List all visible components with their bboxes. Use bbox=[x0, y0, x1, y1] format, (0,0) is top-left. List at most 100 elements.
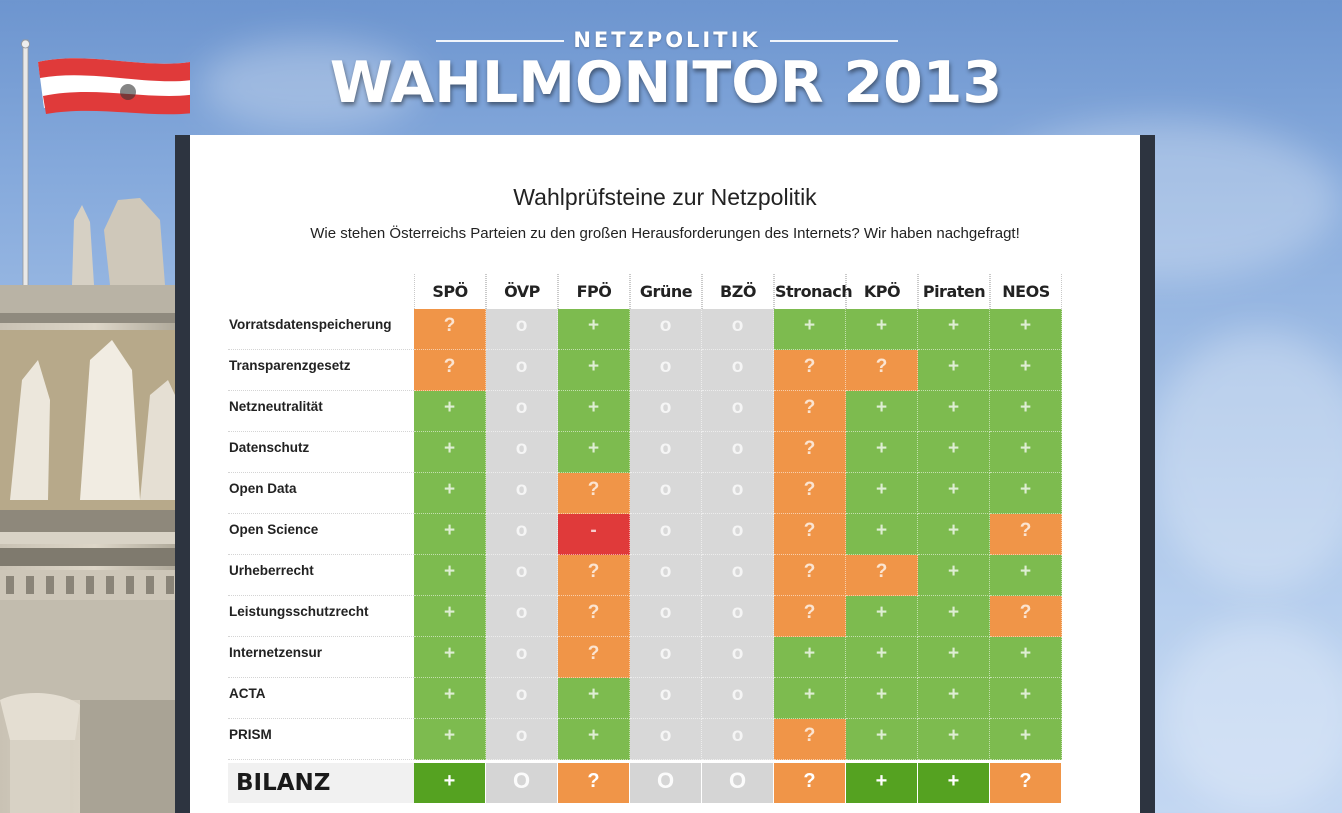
position-cell[interactable]: + bbox=[414, 432, 486, 473]
position-cell[interactable]: o bbox=[630, 309, 702, 350]
position-cell[interactable]: o bbox=[630, 555, 702, 596]
position-cell[interactable]: + bbox=[918, 596, 990, 637]
position-cell[interactable]: o bbox=[630, 391, 702, 432]
position-cell[interactable]: + bbox=[918, 719, 990, 760]
position-cell[interactable]: + bbox=[846, 596, 918, 637]
position-cell[interactable]: o bbox=[702, 391, 774, 432]
position-cell[interactable]: + bbox=[414, 678, 486, 719]
position-cell[interactable]: ? bbox=[558, 473, 630, 514]
position-cell[interactable]: + bbox=[558, 678, 630, 719]
position-cell[interactable]: ? bbox=[774, 596, 846, 637]
position-cell[interactable]: o bbox=[702, 350, 774, 391]
bilanz-cell[interactable]: + bbox=[918, 763, 990, 803]
position-cell[interactable]: o bbox=[486, 391, 558, 432]
position-cell[interactable]: o bbox=[486, 432, 558, 473]
position-cell[interactable]: o bbox=[486, 555, 558, 596]
position-cell[interactable]: + bbox=[990, 350, 1062, 391]
bilanz-cell[interactable]: O bbox=[630, 763, 702, 803]
position-cell[interactable]: + bbox=[846, 309, 918, 350]
position-cell[interactable]: + bbox=[846, 719, 918, 760]
position-cell[interactable]: + bbox=[990, 719, 1062, 760]
position-cell[interactable]: + bbox=[558, 432, 630, 473]
position-cell[interactable]: + bbox=[918, 514, 990, 555]
position-cell[interactable]: ? bbox=[774, 719, 846, 760]
position-cell[interactable]: ? bbox=[774, 555, 846, 596]
position-cell[interactable]: + bbox=[918, 637, 990, 678]
position-cell[interactable]: o bbox=[702, 678, 774, 719]
position-cell[interactable]: o bbox=[630, 637, 702, 678]
position-cell[interactable]: ? bbox=[990, 596, 1062, 637]
position-cell[interactable]: o bbox=[702, 309, 774, 350]
position-cell[interactable]: + bbox=[990, 309, 1062, 350]
position-cell[interactable]: + bbox=[414, 719, 486, 760]
position-cell[interactable]: + bbox=[558, 719, 630, 760]
position-cell[interactable]: + bbox=[990, 391, 1062, 432]
position-cell[interactable]: o bbox=[702, 432, 774, 473]
position-cell[interactable]: + bbox=[558, 350, 630, 391]
position-cell[interactable]: o bbox=[486, 473, 558, 514]
bilanz-cell[interactable]: ? bbox=[558, 763, 630, 803]
position-cell[interactable]: + bbox=[558, 309, 630, 350]
position-cell[interactable]: o bbox=[702, 473, 774, 514]
position-cell[interactable]: o bbox=[702, 555, 774, 596]
position-cell[interactable]: + bbox=[558, 391, 630, 432]
position-cell[interactable]: + bbox=[918, 555, 990, 596]
position-cell[interactable]: o bbox=[630, 473, 702, 514]
position-cell[interactable]: o bbox=[630, 514, 702, 555]
position-cell[interactable]: + bbox=[414, 555, 486, 596]
position-cell[interactable]: o bbox=[702, 596, 774, 637]
position-cell[interactable]: - bbox=[558, 514, 630, 555]
position-cell[interactable]: + bbox=[414, 596, 486, 637]
position-cell[interactable]: + bbox=[990, 473, 1062, 514]
position-cell[interactable]: o bbox=[630, 596, 702, 637]
position-cell[interactable]: + bbox=[846, 432, 918, 473]
position-cell[interactable]: o bbox=[486, 514, 558, 555]
position-cell[interactable]: o bbox=[630, 432, 702, 473]
position-cell[interactable]: + bbox=[918, 432, 990, 473]
position-cell[interactable]: o bbox=[630, 350, 702, 391]
position-cell[interactable]: ? bbox=[558, 596, 630, 637]
position-cell[interactable]: + bbox=[918, 678, 990, 719]
position-cell[interactable]: ? bbox=[774, 514, 846, 555]
position-cell[interactable]: + bbox=[918, 391, 990, 432]
position-cell[interactable]: ? bbox=[990, 514, 1062, 555]
position-cell[interactable]: ? bbox=[414, 309, 486, 350]
position-cell[interactable]: o bbox=[630, 719, 702, 760]
bilanz-cell[interactable]: + bbox=[846, 763, 918, 803]
position-cell[interactable]: + bbox=[414, 637, 486, 678]
position-cell[interactable]: ? bbox=[414, 350, 486, 391]
position-cell[interactable]: o bbox=[486, 678, 558, 719]
position-cell[interactable]: + bbox=[918, 309, 990, 350]
position-cell[interactable]: + bbox=[414, 391, 486, 432]
position-cell[interactable]: + bbox=[990, 678, 1062, 719]
position-cell[interactable]: o bbox=[486, 350, 558, 391]
position-cell[interactable]: ? bbox=[774, 391, 846, 432]
bilanz-cell[interactable]: ? bbox=[774, 763, 846, 803]
position-cell[interactable]: + bbox=[918, 350, 990, 391]
position-cell[interactable]: o bbox=[702, 637, 774, 678]
bilanz-cell[interactable]: O bbox=[702, 763, 774, 803]
position-cell[interactable]: + bbox=[990, 637, 1062, 678]
position-cell[interactable]: + bbox=[990, 555, 1062, 596]
position-cell[interactable]: + bbox=[414, 473, 486, 514]
position-cell[interactable]: + bbox=[846, 473, 918, 514]
position-cell[interactable]: + bbox=[414, 514, 486, 555]
position-cell[interactable]: o bbox=[486, 596, 558, 637]
position-cell[interactable]: ? bbox=[774, 473, 846, 514]
position-cell[interactable]: + bbox=[846, 637, 918, 678]
position-cell[interactable]: o bbox=[486, 637, 558, 678]
position-cell[interactable]: ? bbox=[774, 432, 846, 473]
position-cell[interactable]: + bbox=[774, 637, 846, 678]
position-cell[interactable]: + bbox=[774, 309, 846, 350]
position-cell[interactable]: ? bbox=[558, 555, 630, 596]
position-cell[interactable]: o bbox=[486, 309, 558, 350]
position-cell[interactable]: + bbox=[846, 678, 918, 719]
position-cell[interactable]: + bbox=[846, 514, 918, 555]
position-cell[interactable]: + bbox=[846, 391, 918, 432]
position-cell[interactable]: + bbox=[918, 473, 990, 514]
position-cell[interactable]: o bbox=[702, 719, 774, 760]
position-cell[interactable]: o bbox=[486, 719, 558, 760]
position-cell[interactable]: o bbox=[702, 514, 774, 555]
position-cell[interactable]: + bbox=[990, 432, 1062, 473]
bilanz-cell[interactable]: O bbox=[486, 763, 558, 803]
